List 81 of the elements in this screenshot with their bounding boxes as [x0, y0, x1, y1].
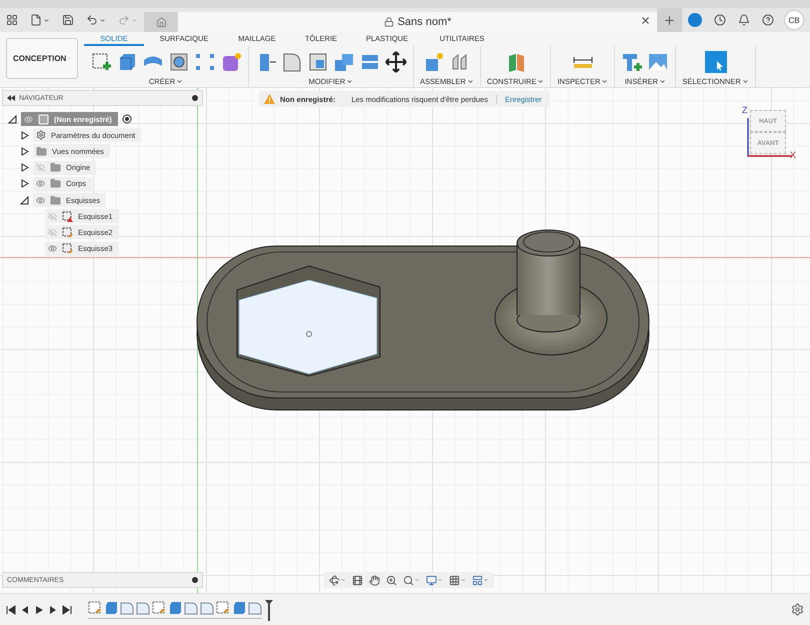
- panel-pin-icon[interactable]: [192, 95, 198, 101]
- sketch-feature-icon[interactable]: [216, 600, 230, 614]
- expand-triangle-icon[interactable]: [20, 146, 29, 156]
- timeline-marker[interactable]: [264, 598, 274, 620]
- grid-icon: [6, 14, 18, 26]
- warning-icon: [263, 93, 276, 105]
- select-tool-icon[interactable]: [704, 50, 727, 72]
- expand-triangle-icon[interactable]: [20, 179, 29, 188]
- file-icon: [30, 14, 42, 26]
- z-axis-label: Z: [742, 105, 748, 115]
- new-tab-icon[interactable]: [657, 8, 682, 32]
- orbit-icon[interactable]: [327, 574, 348, 586]
- folder-icon: [50, 162, 61, 174]
- hole-tool-icon[interactable]: [168, 50, 190, 72]
- caret-icon: [131, 16, 138, 24]
- sketch-tool-icon[interactable]: [90, 50, 112, 72]
- next-step-icon[interactable]: [48, 604, 58, 614]
- folder-icon: [50, 178, 61, 190]
- caret-icon: [346, 78, 354, 85]
- settings-icon[interactable]: [791, 603, 804, 616]
- expand-triangle-icon[interactable]: [20, 163, 29, 172]
- pan-icon[interactable]: [367, 574, 382, 586]
- look-at-icon[interactable]: [350, 574, 365, 586]
- redo-icon: [118, 14, 130, 26]
- sketch-icon: [62, 226, 73, 238]
- caret-icon: [176, 78, 184, 85]
- sketch-feature-icon[interactable]: [88, 600, 102, 614]
- add-comment-icon[interactable]: [192, 577, 198, 583]
- move-tool-icon[interactable]: [385, 50, 407, 72]
- save-icon: [62, 14, 74, 26]
- sketch-feature-icon[interactable]: [152, 600, 166, 614]
- viewports-icon[interactable]: [470, 574, 491, 586]
- document-icon: [38, 114, 49, 125]
- display-settings-icon[interactable]: [424, 574, 445, 586]
- fillet-feature-icon[interactable]: [200, 600, 214, 614]
- fit-icon[interactable]: [401, 574, 422, 586]
- extrude-feature-icon[interactable]: [168, 600, 182, 614]
- first-step-icon[interactable]: [6, 604, 16, 614]
- form-tool-icon[interactable]: [220, 50, 242, 72]
- activate-radio-icon[interactable]: [122, 114, 132, 124]
- play-icon[interactable]: [34, 604, 44, 614]
- caret-icon: [659, 78, 666, 85]
- eye-icon[interactable]: [36, 196, 45, 205]
- collapse-panel-icon[interactable]: [7, 95, 15, 101]
- caret-icon: [601, 78, 608, 85]
- document-title: Sans nom*: [398, 16, 452, 28]
- extensions-icon[interactable]: [688, 13, 702, 27]
- fillet-feature-icon[interactable]: [184, 600, 198, 614]
- folder-icon: [36, 146, 47, 157]
- collapse-triangle-icon[interactable]: [8, 114, 17, 124]
- fillet-tool-icon[interactable]: [281, 50, 303, 72]
- caret-icon: [43, 16, 50, 24]
- user-avatar[interactable]: CB: [784, 10, 804, 30]
- extrude-feature-icon[interactable]: [104, 600, 118, 614]
- extrude-feature-icon[interactable]: [232, 600, 246, 614]
- collapse-triangle-icon[interactable]: [20, 196, 29, 205]
- document-tab[interactable]: Sans nom*: [178, 12, 657, 32]
- expand-triangle-icon[interactable]: [20, 130, 29, 140]
- close-icon[interactable]: [640, 15, 651, 26]
- sketch-warning-icon: [62, 210, 73, 222]
- last-step-icon[interactable]: [62, 604, 72, 614]
- gear-icon: [36, 130, 46, 140]
- sketch-icon: [62, 243, 73, 254]
- caret-icon: [537, 78, 544, 85]
- eye-icon[interactable]: [48, 244, 57, 254]
- previous-step-icon[interactable]: [20, 604, 30, 614]
- zoom-icon[interactable]: [384, 574, 399, 586]
- fillet-feature-icon[interactable]: [120, 600, 134, 614]
- x-axis-label: X: [790, 150, 796, 160]
- grid-settings-icon[interactable]: [447, 574, 468, 586]
- lock-icon: [384, 17, 394, 27]
- caret-icon: [466, 78, 474, 85]
- workspace-dropdown[interactable]: CONCEPTION: [6, 38, 78, 79]
- home-icon: [156, 16, 166, 28]
- shell-tool-icon[interactable]: [307, 50, 329, 72]
- eye-icon[interactable]: [36, 179, 45, 188]
- undo-icon: [86, 14, 98, 26]
- fillet-feature-icon[interactable]: [136, 600, 150, 614]
- folder-icon: [50, 194, 61, 206]
- caret-icon: [742, 78, 749, 85]
- caret-icon: [99, 16, 106, 24]
